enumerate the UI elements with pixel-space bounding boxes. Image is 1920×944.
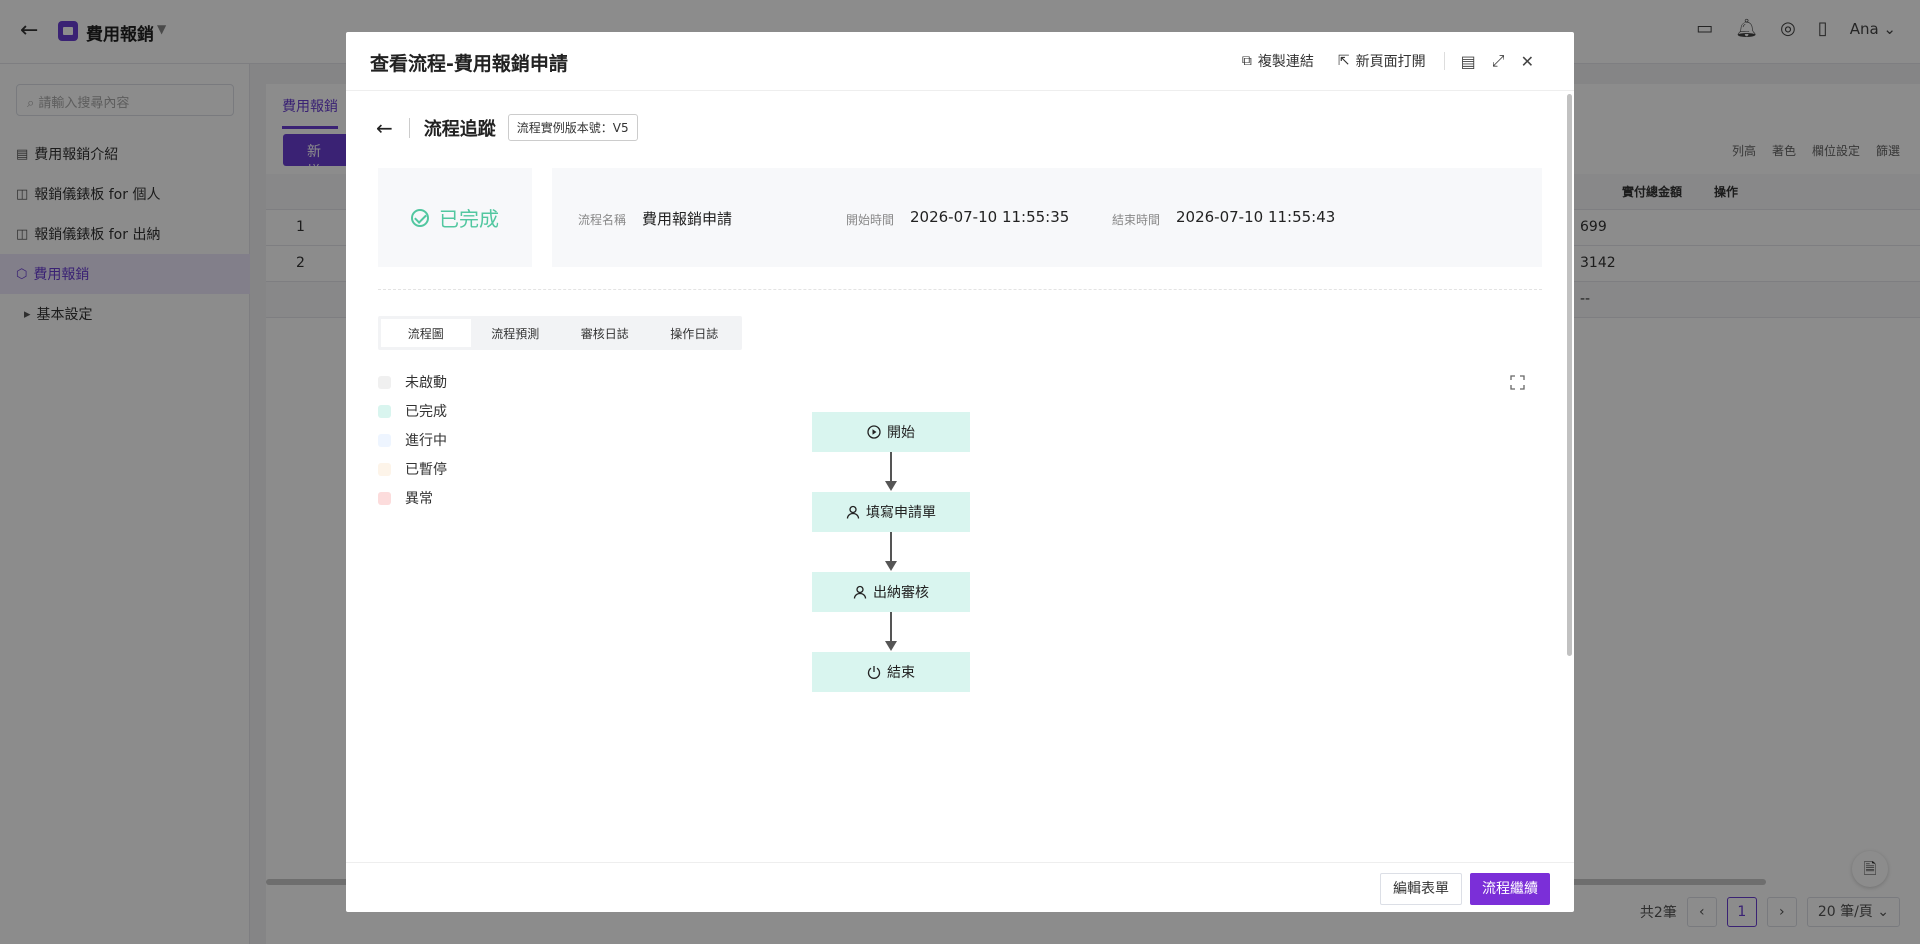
divider <box>1443 52 1445 70</box>
flow-modal: 查看流程-費用報銷申請 ⧉ 複製連結 ⇱ 新頁面打開 ▤ ⤢ ✕ ← 流程追蹤 … <box>346 32 1574 912</box>
user-icon <box>853 585 867 599</box>
copy-link-button[interactable]: ⧉ 複製連結 <box>1242 51 1314 71</box>
node-label: 出納審核 <box>873 585 929 601</box>
diagram-fullscreen-icon[interactable] <box>1510 375 1525 390</box>
node-label: 結束 <box>887 665 915 681</box>
end-time-label: 結束時間 <box>1112 213 1161 227</box>
node-label: 開始 <box>887 425 915 441</box>
legend-swatch <box>378 491 391 505</box>
external-link-icon: ⇱ <box>1337 53 1350 69</box>
divider <box>408 117 410 138</box>
flow-node-start[interactable]: 開始 <box>812 412 970 452</box>
close-icon[interactable]: ✕ <box>1521 52 1534 71</box>
check-circle-icon <box>411 208 429 227</box>
tab-flow-chart[interactable]: 流程圖 <box>381 319 471 347</box>
legend-label: 已完成 <box>405 404 447 420</box>
modal-header: 查看流程-費用報銷申請 ⧉ 複製連結 ⇱ 新頁面打開 ▤ ⤢ ✕ <box>346 32 1574 91</box>
play-circle-icon <box>867 425 881 439</box>
tab-review-log[interactable]: 審核日誌 <box>560 319 650 347</box>
legend-error: 異常 <box>378 488 433 508</box>
flow-name-label: 流程名稱 <box>578 213 627 227</box>
arrow-down-icon <box>885 481 897 491</box>
legend-swatch <box>378 433 391 447</box>
legend-completed: 已完成 <box>378 401 447 421</box>
tab-operation-log[interactable]: 操作日誌 <box>650 319 740 347</box>
start-time-value: 2026-07-10 11:55:35 <box>910 208 1070 226</box>
fullscreen-icon[interactable]: ⤢ <box>1492 51 1505 71</box>
divider <box>378 289 1542 290</box>
legend-label: 異常 <box>405 491 433 507</box>
start-time-label: 開始時間 <box>846 213 895 227</box>
flow-edge <box>890 612 892 642</box>
copy-link-label: 複製連結 <box>1257 54 1314 70</box>
flow-node-fill-form[interactable]: 填寫申請單 <box>812 492 970 532</box>
legend-paused: 已暫停 <box>378 459 447 479</box>
end-time-value: 2026-07-10 11:55:43 <box>1176 208 1336 226</box>
vertical-scrollbar[interactable] <box>1567 94 1572 656</box>
track-title: 流程追蹤 <box>423 118 496 140</box>
side-panel-icon[interactable]: ▤ <box>1461 52 1476 71</box>
info-card: 流程名稱 費用報銷申請 開始時間 2026-07-10 11:55:35 結束時… <box>552 168 1542 267</box>
flow-edge <box>890 452 892 482</box>
flow-node-end[interactable]: 結束 <box>812 652 970 692</box>
edit-form-button[interactable]: 編輯表單 <box>1380 873 1462 905</box>
user-icon <box>846 505 860 519</box>
legend-swatch <box>378 462 391 476</box>
legend-label: 已暫停 <box>405 462 447 478</box>
flow-node-cashier-review[interactable]: 出納審核 <box>812 572 970 612</box>
arrow-down-icon <box>885 641 897 651</box>
modal-footer: 編輯表單 流程繼續 <box>346 862 1574 912</box>
legend-not-started: 未啟動 <box>378 372 447 392</box>
version-badge: 流程實例版本號：V5 <box>507 114 638 141</box>
modal-actions: ⧉ 複製連結 ⇱ 新頁面打開 ▤ ⤢ ✕ <box>1218 51 1534 71</box>
copy-icon: ⧉ <box>1241 53 1252 69</box>
legend-label: 進行中 <box>405 433 447 449</box>
flow-edge <box>890 532 892 562</box>
arrow-down-icon <box>885 561 897 571</box>
legend-label: 未啟動 <box>405 375 447 391</box>
power-icon <box>867 666 881 679</box>
legend-swatch <box>378 375 391 389</box>
tab-flow-prediction[interactable]: 流程預測 <box>471 319 561 347</box>
legend-in-progress: 進行中 <box>378 430 447 450</box>
open-new-page-button[interactable]: ⇱ 新頁面打開 <box>1338 51 1426 71</box>
node-label: 填寫申請單 <box>866 505 936 521</box>
status-text: 已完成 <box>439 207 499 231</box>
open-new-page-label: 新頁面打開 <box>1355 54 1426 70</box>
track-header: ← 流程追蹤 流程實例版本號：V5 <box>376 114 638 141</box>
modal-title: 查看流程-費用報銷申請 <box>370 53 568 75</box>
flow-name-value: 費用報銷申請 <box>642 210 733 228</box>
status-card: 已完成 <box>378 168 532 267</box>
tab-bar: 流程圖 流程預測 審核日誌 操作日誌 <box>378 316 742 350</box>
back-arrow-icon[interactable]: ← <box>376 116 393 140</box>
legend-swatch <box>378 404 391 418</box>
continue-flow-button[interactable]: 流程繼續 <box>1470 873 1550 905</box>
